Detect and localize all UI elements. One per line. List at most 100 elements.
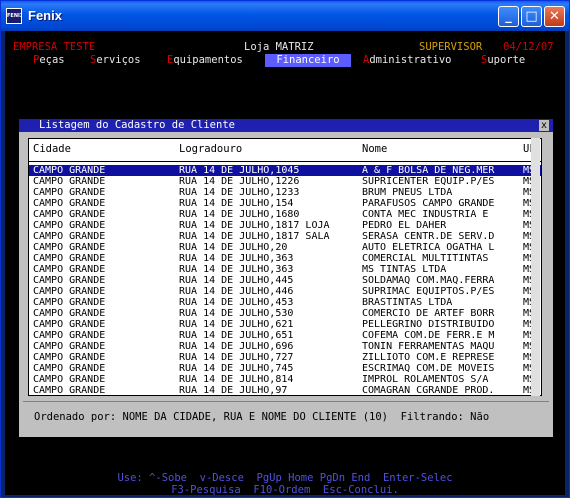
close-button[interactable]: ✕	[544, 6, 565, 27]
app-icon: FENIX	[6, 8, 22, 24]
table-cell: COMAGRAN CGRANDE PROD.	[362, 385, 495, 396]
keyboard-help-line-1: Use: ^-Sobe v-Desce PgUp Home PgDn End E…	[117, 472, 453, 484]
menu-label: erviços	[96, 54, 141, 66]
table-cell: CONTA MEC INDUSTRIA E	[362, 209, 489, 220]
table-cell: CAMPO GRANDE	[33, 286, 106, 297]
menu-servicos[interactable]: Serviços	[90, 54, 141, 67]
table-cell: RUA 14 DE JULHO,1817 LOJA	[179, 220, 330, 231]
table-cell: CAMPO GRANDE	[33, 209, 106, 220]
column-header-nome[interactable]: Nome	[362, 143, 387, 155]
table-cell: SERASA CENTR.DE SERV.D	[362, 231, 495, 242]
table-cell: RUA 14 DE JULHO,696	[179, 341, 294, 352]
menu-label: quipamentos	[173, 54, 243, 66]
table-cell: CAMPO GRANDE	[33, 352, 106, 363]
table-cell: BRUM PNEUS LTDA	[362, 187, 453, 198]
table-cell: RUA 14 DE JULHO,621	[179, 319, 294, 330]
header-divider	[29, 161, 541, 162]
column-header-cidade[interactable]: Cidade	[33, 143, 71, 155]
table-cell: RUA 14 DE JULHO,1817 SALA	[179, 231, 330, 242]
table-cell: RUA 14 DE JULHO,446	[179, 286, 294, 297]
table-row[interactable]: CAMPO GRANDE RUA 14 DE JULHO,651 COFEMA CO…	[29, 330, 541, 341]
table-row[interactable]: CAMPO GRANDE RUA 14 DE JULHO,745 ESCRIMAQ …	[29, 363, 541, 374]
table-cell: SUPRIMAC EQUIPTOS.P/ES	[362, 286, 495, 297]
table-row[interactable]: CAMPO GRANDE RUA 14 DE JULHO,727 ZILLIOTO …	[29, 352, 541, 363]
table-row[interactable]: CAMPO GRANDE RUA 14 DE JULHO,1817 LOJA PED…	[29, 220, 541, 231]
table-cell: AUTO ELETRICA OGATHA L	[362, 242, 495, 253]
table-cell: RUA 14 DE JULHO,1045	[179, 165, 300, 176]
table-row[interactable]: CAMPO GRANDE RUA 14 DE JULHO,1226 SUPRICEN…	[29, 176, 541, 187]
table-row[interactable]: CAMPO GRANDE RUA 14 DE JULHO,1680 CONTA ME…	[29, 209, 541, 220]
menu-label: inanceiro	[282, 54, 340, 66]
table-row[interactable]: CAMPO GRANDE RUA 14 DE JULHO,97 COMAGRAN C…	[29, 385, 541, 396]
table-cell: CAMPO GRANDE	[33, 308, 106, 319]
table-cell: MS TINTAS LTDA	[362, 264, 447, 275]
table-cell: RUA 14 DE JULHO,814	[179, 374, 294, 385]
table-cell: RUA 14 DE JULHO,727	[179, 352, 294, 363]
table-cell: COFEMA COM.DE FERR.E M	[362, 330, 495, 341]
table-row[interactable]: CAMPO GRANDE RUA 14 DE JULHO,20 AUTO ELETR…	[29, 242, 541, 253]
table-cell: TONIN FERRAMENTAS MAQU	[362, 341, 495, 352]
table-cell: CAMPO GRANDE	[33, 341, 106, 352]
menu-administrativo[interactable]: Administrativo	[363, 54, 452, 67]
table-row[interactable]: CAMPO GRANDE RUA 14 DE JULHO,621 PELLEGRIN…	[29, 319, 541, 330]
menu-equipamentos[interactable]: Equipamentos	[167, 54, 243, 67]
table-cell: PEDRO EL DAHER	[362, 220, 447, 231]
table-cell: CAMPO GRANDE	[33, 319, 106, 330]
table-cell: COMERCIO DE ARTEF BORR	[362, 308, 495, 319]
table-cell: CAMPO GRANDE	[33, 297, 106, 308]
menu-label: dministrativo	[369, 54, 452, 66]
table-cell: COMERCIAL MULTITINTAS	[362, 253, 489, 264]
table-cell: IMPROL ROLAMENTOS S/A	[362, 374, 489, 385]
table-cell: SOLDAMAQ COM.MAQ.FERRA	[362, 275, 495, 286]
table-cell: CAMPO GRANDE	[33, 231, 106, 242]
table-cell: RUA 14 DE JULHO,363	[179, 264, 294, 275]
table-row[interactable]: CAMPO GRANDE RUA 14 DE JULHO,154 PARAFUSOS…	[29, 198, 541, 209]
table-body: CAMPO GRANDE RUA 14 DE JULHO,1045 A & F BO…	[29, 165, 541, 396]
table-row[interactable]: CAMPO GRANDE RUA 14 DE JULHO,363 MS TINTAS…	[29, 264, 541, 275]
table-cell: CAMPO GRANDE	[33, 165, 106, 176]
table-cell: CAMPO GRANDE	[33, 264, 106, 275]
table-cell: RUA 14 DE JULHO,745	[179, 363, 294, 374]
footer-divider	[23, 401, 549, 402]
main-menu: Peças Serviços Equipamentos Financeiro A…	[13, 54, 559, 67]
table-row[interactable]: CAMPO GRANDE RUA 14 DE JULHO,1045 A & F BO…	[29, 165, 541, 176]
menu-pecas[interactable]: Peças	[33, 54, 65, 67]
status-line: EMPRESA TESTE Loja MATRIZ SUPERVISOR 04/…	[13, 41, 559, 54]
dialog-title: Listagem do Cadastro de Cliente	[39, 119, 235, 131]
table-cell: CAMPO GRANDE	[33, 242, 106, 253]
user-name: SUPERVISOR	[419, 41, 483, 53]
table-cell: RUA 14 DE JULHO,453	[179, 297, 294, 308]
table-cell: CAMPO GRANDE	[33, 275, 106, 286]
table-cell: RUA 14 DE JULHO,363	[179, 253, 294, 264]
window-title: Fenix	[28, 8, 62, 23]
scrollbar[interactable]	[531, 138, 540, 396]
minimize-button[interactable]: _	[498, 6, 519, 27]
table-cell: RUA 14 DE JULHO,97	[179, 385, 288, 396]
dialog-title-bar: Listagem do Cadastro de Cliente x	[19, 119, 553, 132]
dialog-close-icon[interactable]: x	[539, 120, 549, 131]
table-row[interactable]: CAMPO GRANDE RUA 14 DE JULHO,445 SOLDAMAQ …	[29, 275, 541, 286]
table-row[interactable]: CAMPO GRANDE RUA 14 DE JULHO,814 IMPROL RO…	[29, 374, 541, 385]
table-cell: PARAFUSOS CAMPO GRANDE	[362, 198, 495, 209]
table-row[interactable]: CAMPO GRANDE RUA 14 DE JULHO,446 SUPRIMAC …	[29, 286, 541, 297]
menu-financeiro[interactable]: Financeiro	[265, 54, 351, 67]
column-header-logradouro[interactable]: Logradouro	[179, 143, 242, 155]
table-row[interactable]: CAMPO GRANDE RUA 14 DE JULHO,530 COMERCIO …	[29, 308, 541, 319]
table-row[interactable]: CAMPO GRANDE RUA 14 DE JULHO,1233 BRUM PNE…	[29, 187, 541, 198]
table-row[interactable]: CAMPO GRANDE RUA 14 DE JULHO,696 TONIN FER…	[29, 341, 541, 352]
table-cell: BRASTINTAS LTDA	[362, 297, 453, 308]
table-cell: CAMPO GRANDE	[33, 385, 106, 396]
table-cell: RUA 14 DE JULHO,445	[179, 275, 294, 286]
table-row[interactable]: CAMPO GRANDE RUA 14 DE JULHO,363 COMERCIAL…	[29, 253, 541, 264]
table-cell: RUA 14 DE JULHO,1680	[179, 209, 300, 220]
table-row[interactable]: CAMPO GRANDE RUA 14 DE JULHO,453 BRASTINTA…	[29, 297, 541, 308]
menu-suporte[interactable]: Suporte	[481, 54, 525, 67]
app-window: FENIX Fenix _ □ ✕ EMPRESA TESTE Loja MAT…	[0, 0, 570, 498]
maximize-button[interactable]: □	[521, 6, 542, 27]
title-bar[interactable]: FENIX Fenix _ □ ✕	[1, 1, 569, 31]
keyboard-help-line-2: F3-Pesquisa F10-Ordem Esc-Conclui.	[171, 484, 399, 496]
terminal-screen: EMPRESA TESTE Loja MATRIZ SUPERVISOR 04/…	[5, 31, 565, 496]
client-table: Cidade Logradouro Nome UF CAMPO GRANDE RU…	[28, 138, 542, 396]
client-list-dialog: Listagem do Cadastro de Cliente x Cidade…	[19, 119, 553, 437]
table-row[interactable]: CAMPO GRANDE RUA 14 DE JULHO,1817 SALA SER…	[29, 231, 541, 242]
